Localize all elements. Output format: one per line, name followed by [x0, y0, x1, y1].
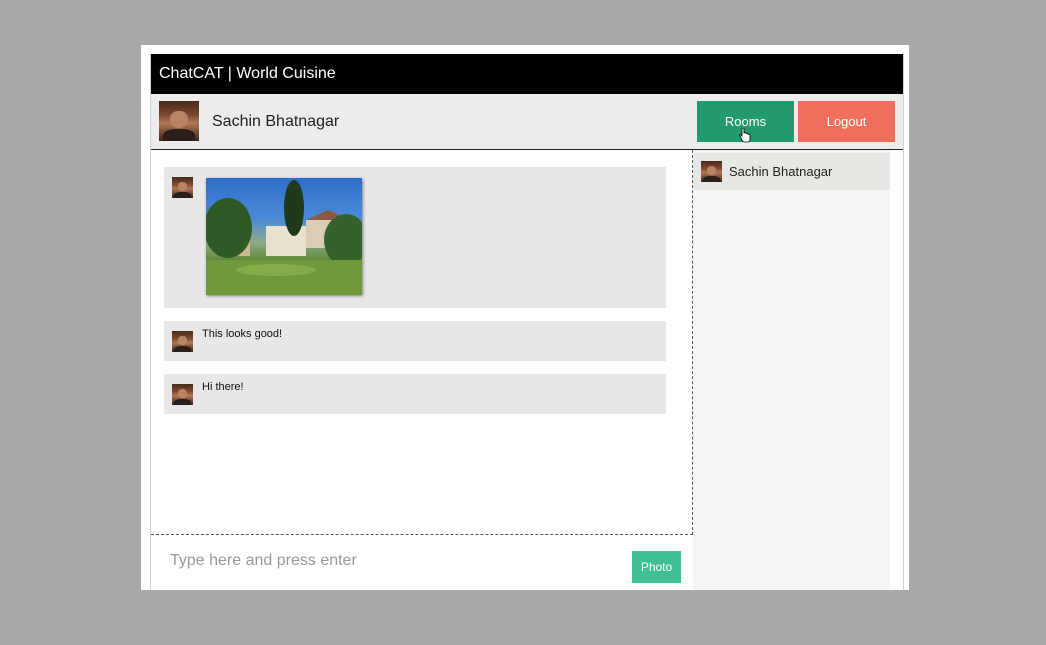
photo-upload-button[interactable]: Photo — [632, 551, 681, 583]
message-input-bar: Type here and press enter Photo — [151, 535, 692, 590]
sidebar-user-item[interactable]: Sachin Bhatnagar — [693, 153, 890, 190]
user-name: Sachin Bhatnagar — [212, 113, 340, 130]
message-text: This looks good! — [164, 321, 666, 361]
avatar — [701, 161, 722, 182]
message-text: Hi there! — [164, 374, 666, 414]
avatar — [159, 101, 199, 141]
app-frame: ChatCAT | World Cuisine Sachin Bhatnagar… — [141, 45, 909, 590]
hand-cursor-icon — [739, 128, 751, 143]
avatar — [172, 384, 193, 405]
message-photo — [164, 167, 666, 308]
logout-button[interactable]: Logout — [798, 101, 895, 142]
top-bar: ChatCAT | World Cuisine — [151, 54, 903, 94]
users-sidebar: Sachin Bhatnagar — [693, 150, 890, 590]
shared-photo[interactable] — [206, 178, 362, 295]
app-title: ChatCAT | World Cuisine — [159, 65, 336, 82]
message-text-content: Hi there! — [202, 381, 244, 393]
avatar — [172, 177, 193, 198]
user-bar: Sachin Bhatnagar Rooms Logout — [151, 94, 903, 150]
message-input[interactable]: Type here and press enter — [170, 552, 357, 570]
chat-app: ChatCAT | World Cuisine Sachin Bhatnagar… — [150, 54, 904, 590]
avatar — [172, 331, 193, 352]
sidebar-user-name: Sachin Bhatnagar — [729, 164, 833, 179]
message-text-content: This looks good! — [202, 328, 283, 340]
chat-messages[interactable]: This looks good! Hi there! — [151, 150, 693, 535]
